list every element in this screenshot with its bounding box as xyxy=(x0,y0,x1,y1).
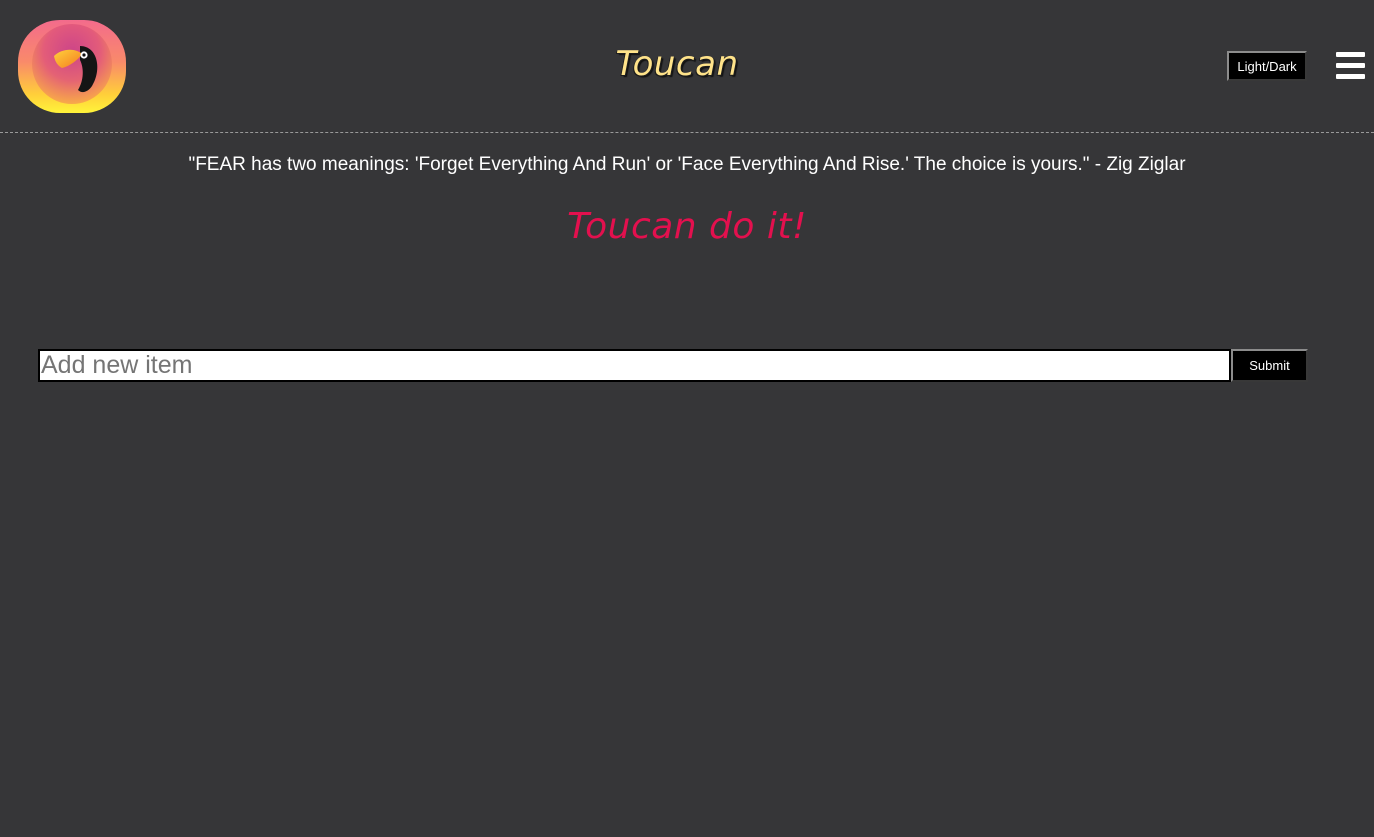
motivational-quote: "FEAR has two meanings: 'Forget Everythi… xyxy=(188,154,1186,175)
app-title: Toucan xyxy=(615,44,739,84)
menu-bar xyxy=(1336,52,1365,57)
menu-bar xyxy=(1336,74,1365,79)
submit-button[interactable]: Submit xyxy=(1231,349,1308,382)
tagline: Toucan do it! xyxy=(567,206,807,247)
theme-toggle-button[interactable]: Light/Dark xyxy=(1227,51,1307,81)
hamburger-menu-icon[interactable] xyxy=(1336,52,1366,80)
menu-bar xyxy=(1336,63,1365,68)
add-item-form: Submit xyxy=(38,349,1308,382)
app-header: Toucan Light/Dark xyxy=(0,0,1374,133)
add-item-input[interactable] xyxy=(38,349,1231,382)
